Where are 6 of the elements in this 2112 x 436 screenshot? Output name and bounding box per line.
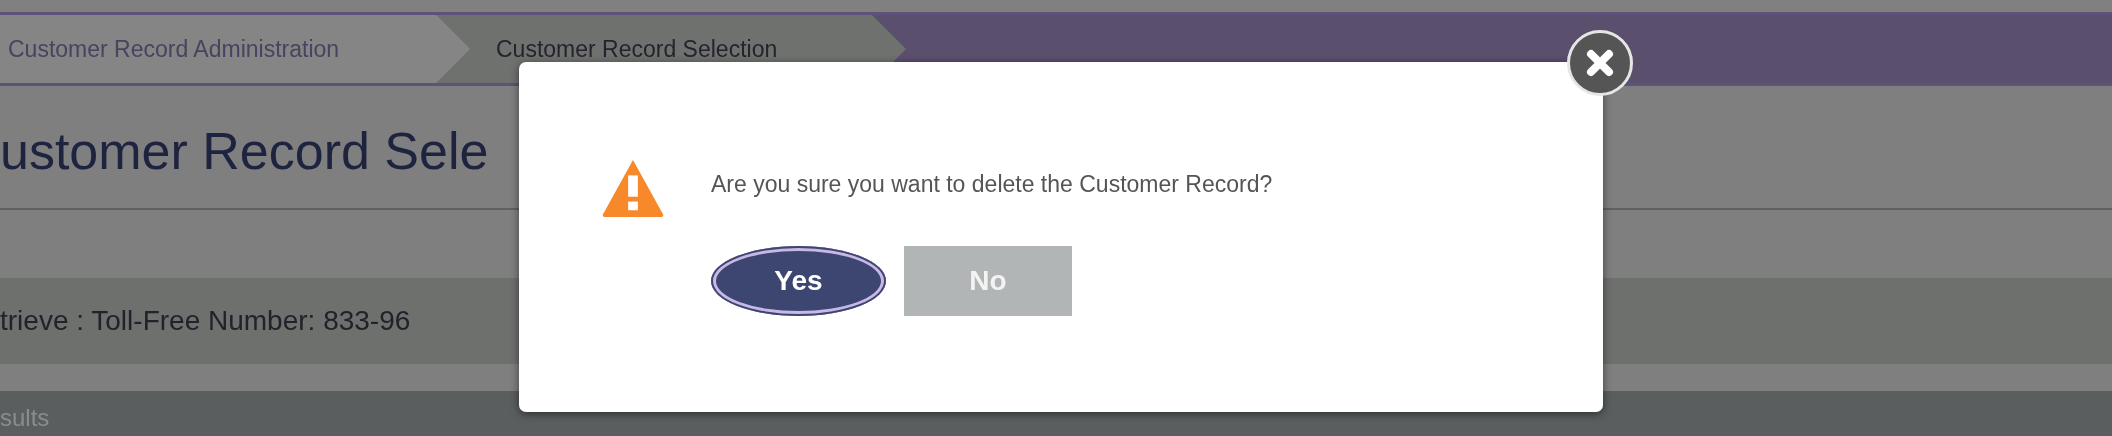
breadcrumb-item[interactable]: Customer Record Administration bbox=[0, 15, 470, 83]
cancel-button[interactable]: No bbox=[904, 246, 1072, 316]
page-title: ustomer Record Sele bbox=[0, 121, 489, 181]
confirm-button[interactable]: Yes bbox=[711, 246, 886, 316]
confirm-message: Are you sure you want to delete the Customer Record? bbox=[711, 170, 1273, 198]
warning-icon bbox=[601, 158, 665, 218]
